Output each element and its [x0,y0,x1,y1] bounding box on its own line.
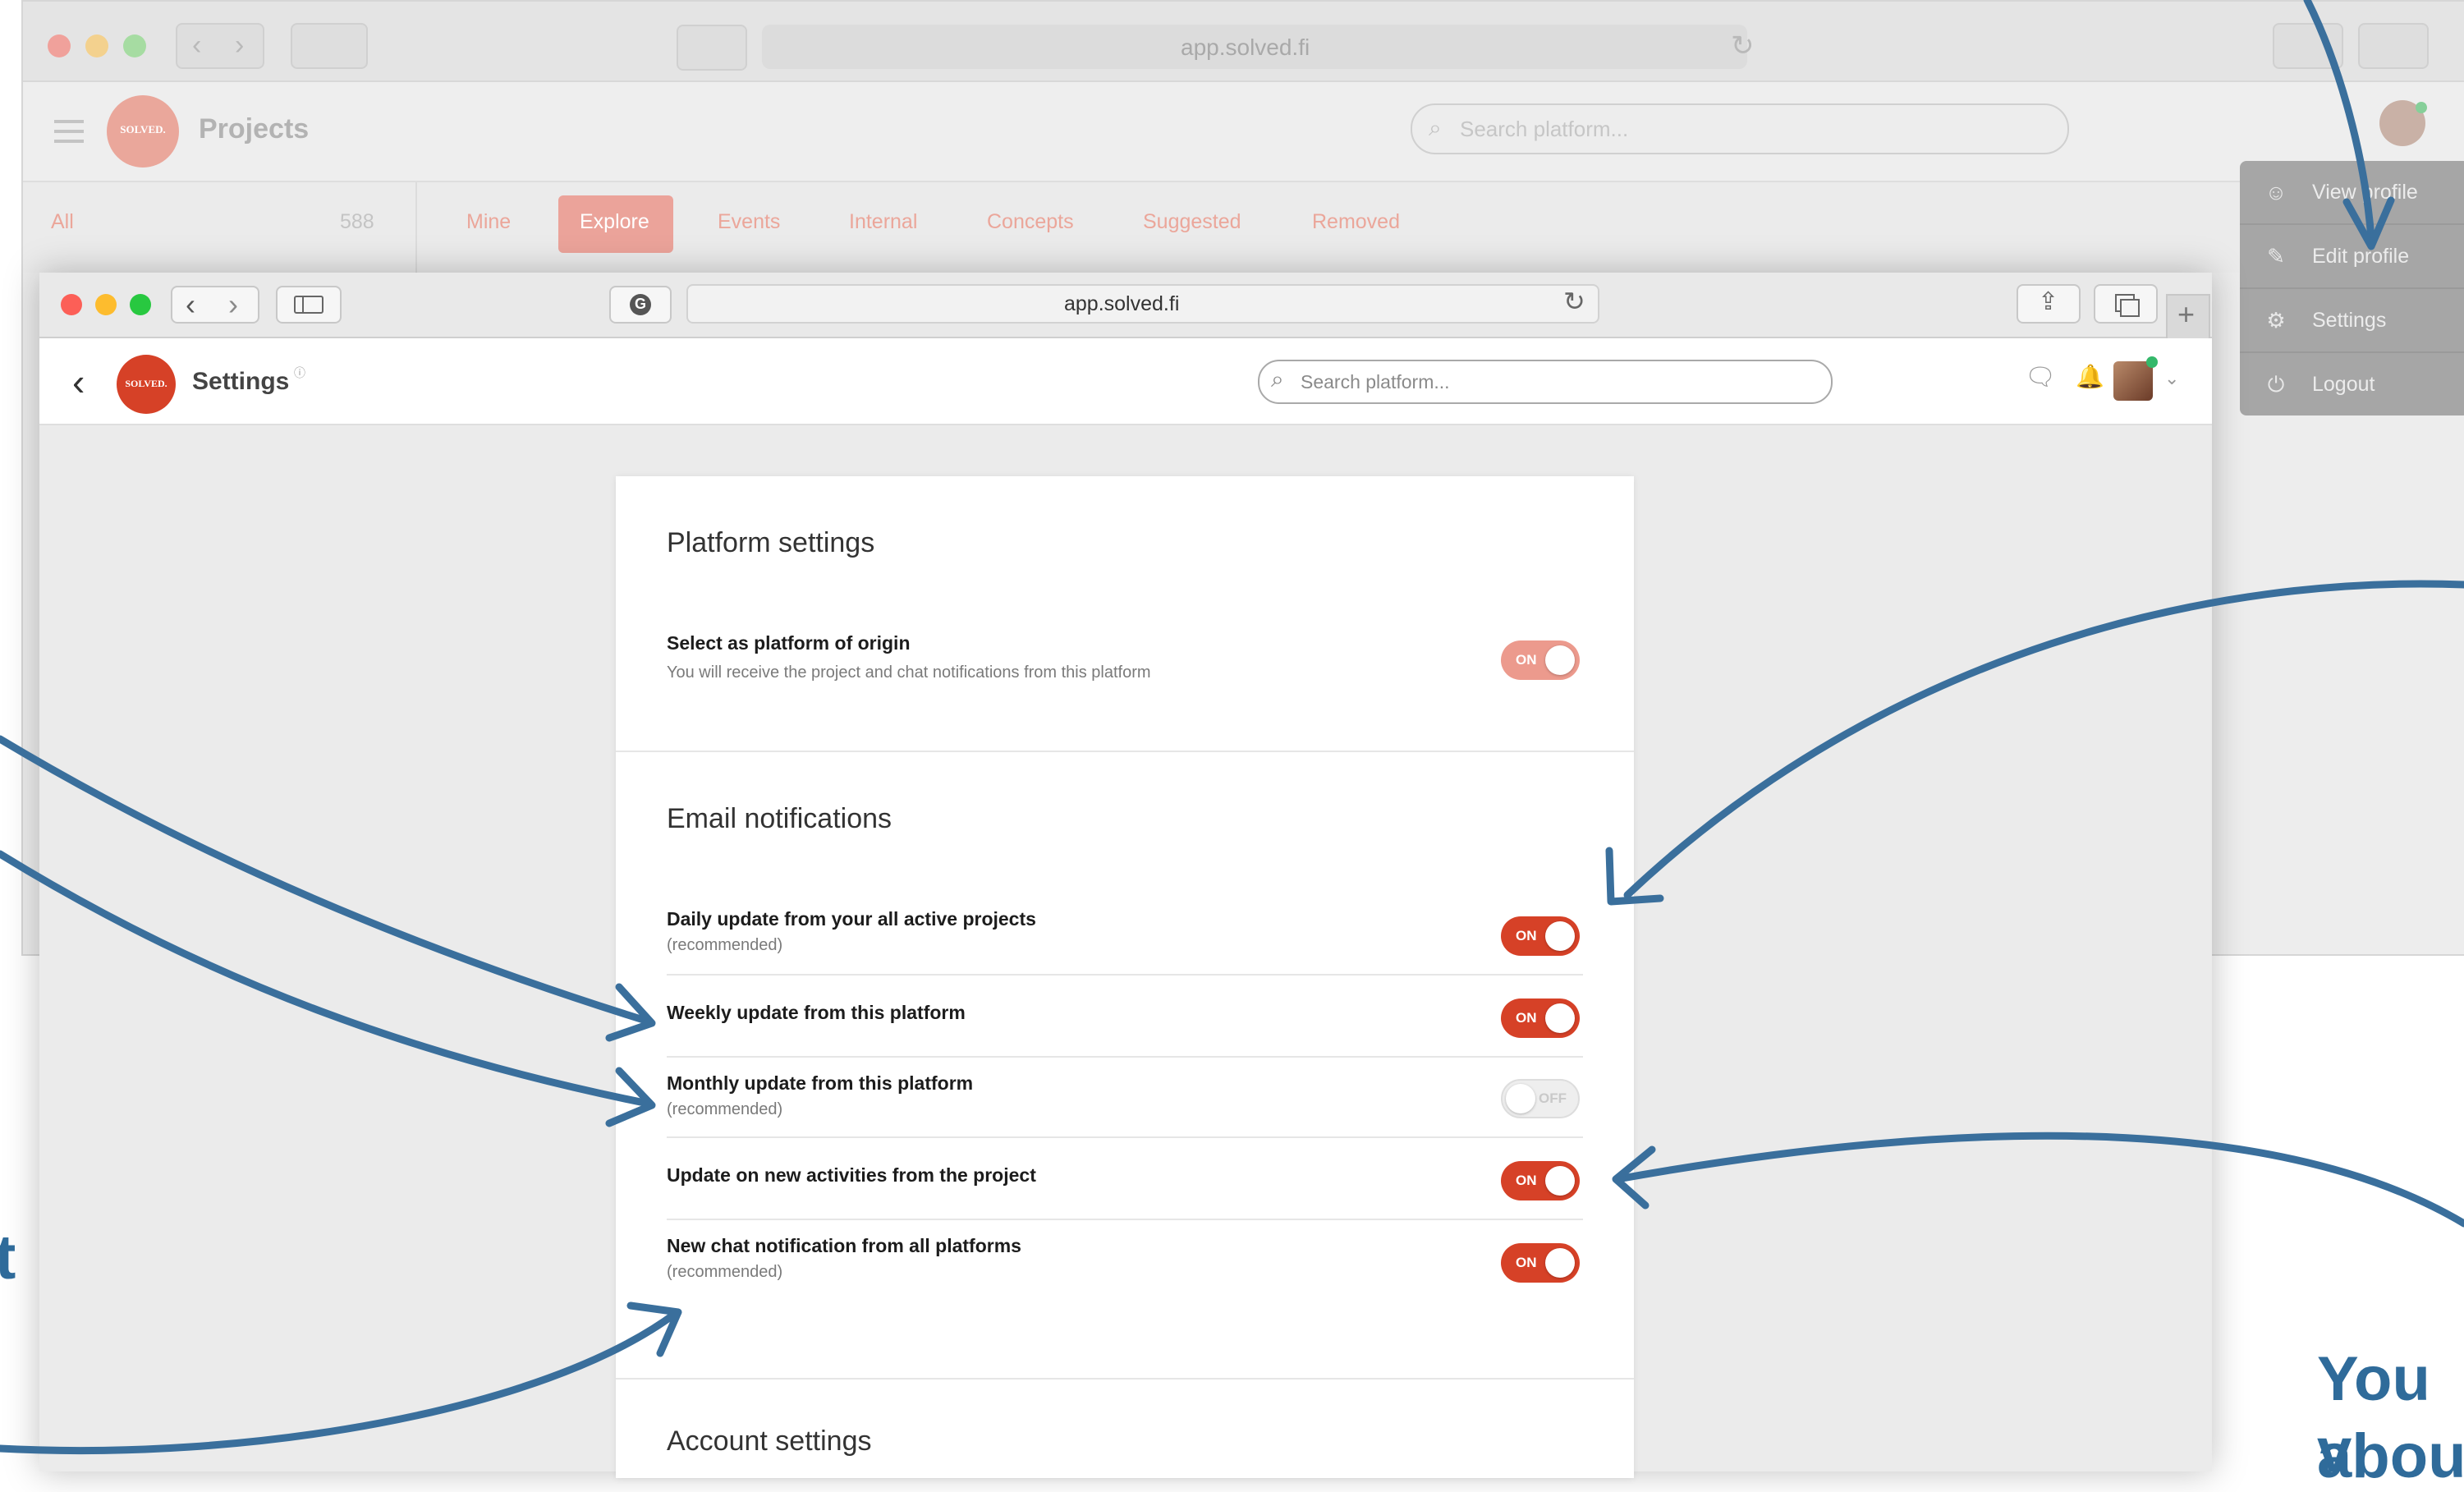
arrow-to-daily-toggle [1623,580,2464,899]
arrow-to-activities-toggle [1613,1132,2464,1228]
annotation-right-text-line2: abou [2317,1421,2464,1491]
arrow-to-monthly [0,850,653,1108]
annotation-arrows [0,0,2464,1455]
arrow-to-settings-menu [2303,0,2375,242]
arrow-to-weekly [0,735,653,1026]
annotation-left-text: t [0,1223,16,1292]
arrow-to-chat-notification [0,1310,679,1455]
